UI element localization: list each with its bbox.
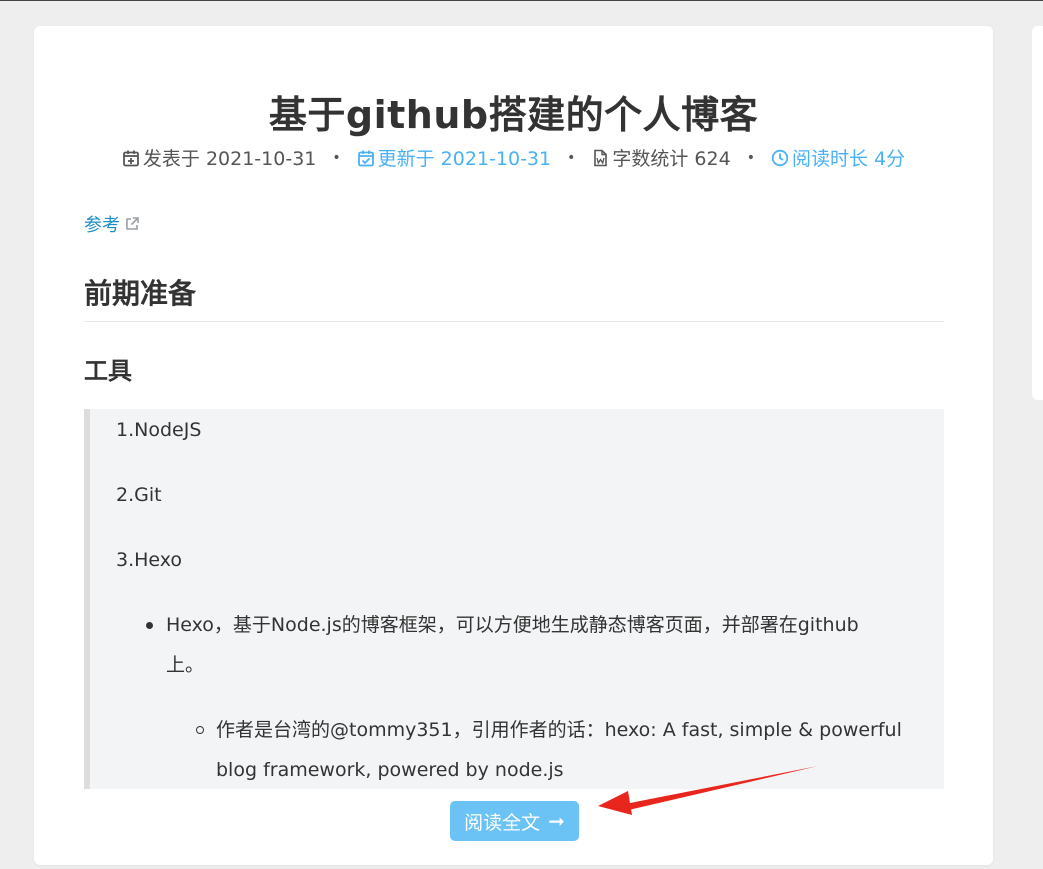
annotation-arrow-icon — [598, 766, 818, 815]
